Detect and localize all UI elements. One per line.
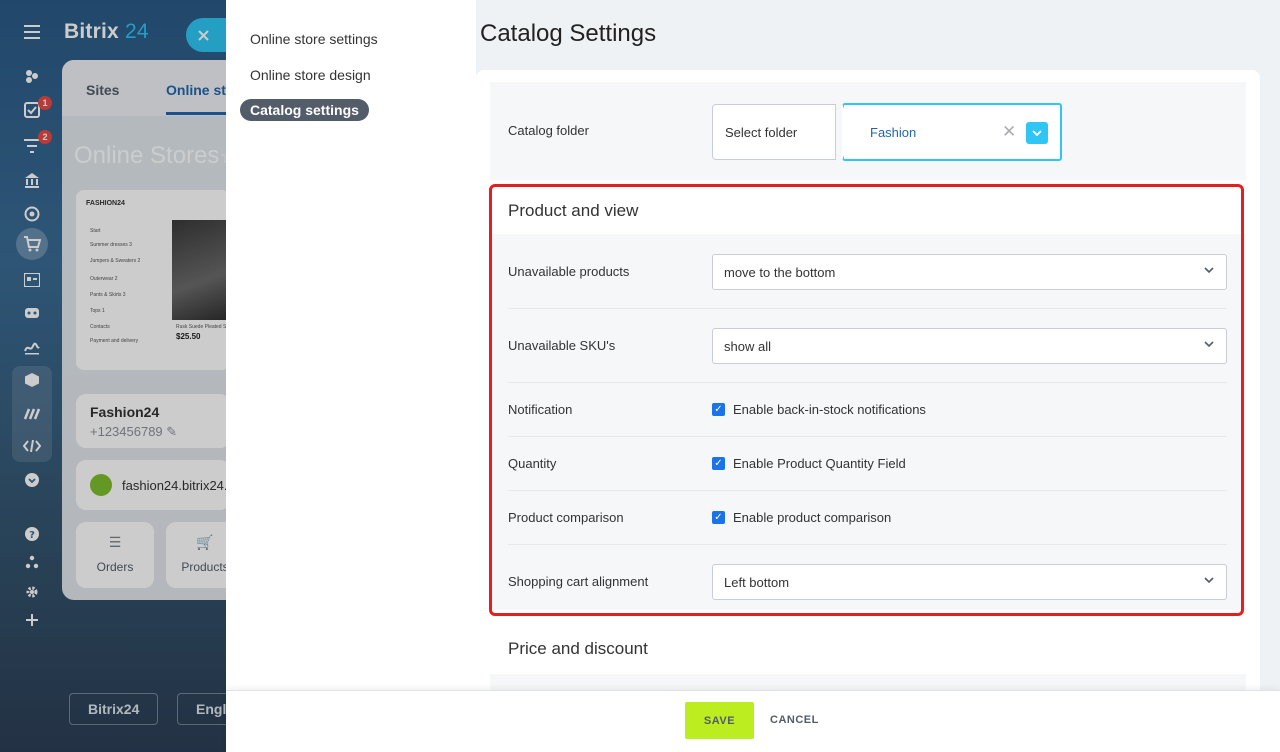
folder-dropdown-icon[interactable] bbox=[1026, 122, 1048, 144]
nav-online-store-design[interactable]: Online store design bbox=[250, 64, 381, 86]
folder-selector[interactable]: Fashion ✕ bbox=[842, 103, 1062, 161]
cancel-button[interactable]: CANCEL bbox=[770, 714, 819, 726]
nav-catalog-settings[interactable]: Catalog settings bbox=[240, 99, 369, 121]
highlight-frame bbox=[489, 184, 1244, 616]
page-title: Catalog Settings bbox=[480, 20, 657, 47]
folder-value: Fashion bbox=[870, 125, 917, 140]
save-button[interactable]: SAVE bbox=[685, 702, 754, 739]
nav-online-store-settings[interactable]: Online store settings bbox=[250, 28, 388, 50]
select-folder-button[interactable]: Select folder bbox=[712, 104, 836, 160]
clear-folder-icon[interactable]: ✕ bbox=[1002, 122, 1016, 142]
catalog-folder-label: Catalog folder bbox=[508, 123, 589, 138]
settings-nav: Online store settings Online store desig… bbox=[226, 0, 476, 690]
price-discount-title: Price and discount bbox=[508, 639, 648, 658]
folder-tag-notch bbox=[842, 103, 852, 161]
price-discount-section bbox=[490, 674, 1246, 690]
